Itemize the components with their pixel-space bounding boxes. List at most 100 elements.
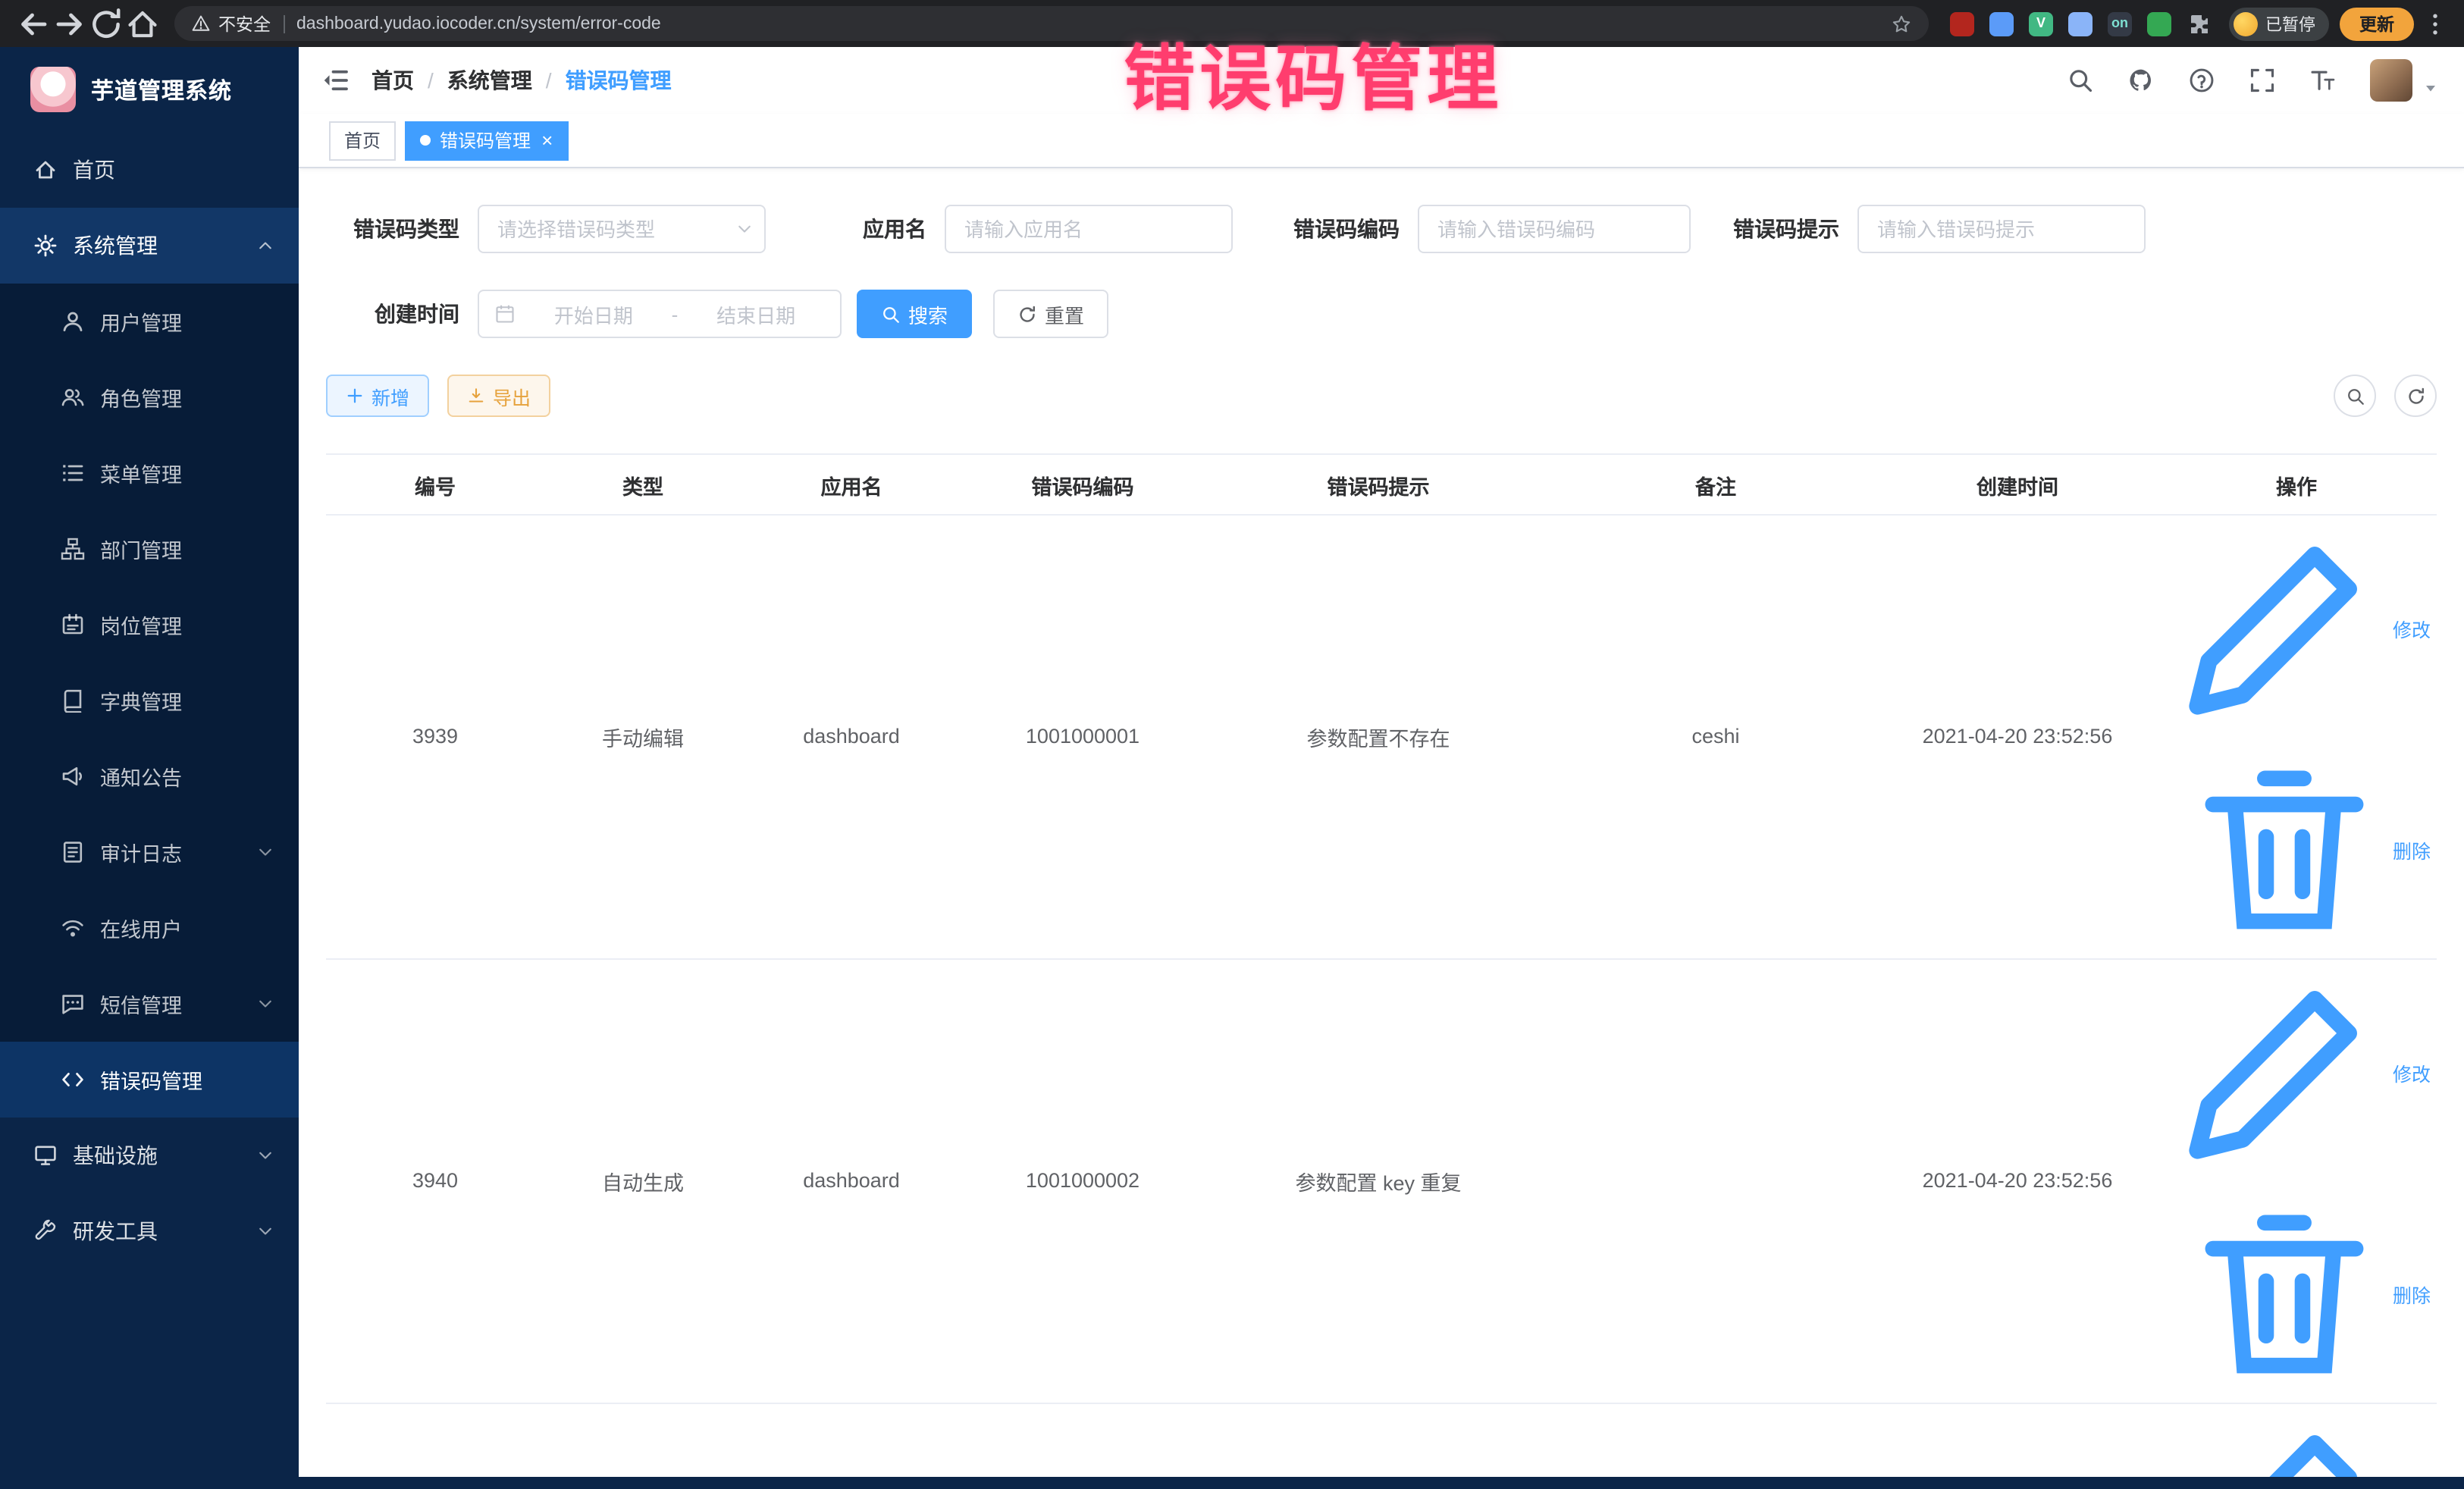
filter-error-type: 错误码类型 [326,205,766,253]
sms-icon [61,992,85,1016]
calendar-icon [494,303,516,324]
toggle-search-button[interactable] [2334,375,2376,417]
dictionary-icon [61,688,85,713]
edit-link[interactable]: 修改 [2162,1404,2431,1477]
browser-toolbar: 不安全 dashboard.yudao.iocoder.cn/system/er… [0,0,2464,47]
breadcrumb-separator: / [546,68,552,92]
extension-leaf-icon[interactable] [2147,11,2171,36]
reset-button[interactable]: 重置 [993,290,1108,338]
cell-id: 3940 [326,959,544,1403]
cell-remark: ceshi [1553,515,1879,959]
sidebar-item-label: 通知公告 [100,761,299,792]
cell-time: 2021-04-20 23:52:56 [1879,515,2156,959]
browser-menu-icon[interactable] [2422,10,2449,37]
extension-vue-devtools-icon[interactable]: V [2029,11,2053,36]
cell-app: dashboard [741,515,961,959]
sidebar-item-5[interactable]: 部门管理 [0,511,299,587]
filter-label: 错误码提示 [1733,214,1839,244]
extension-adblock-icon[interactable] [1950,11,1974,36]
screen: 不安全 dashboard.yudao.iocoder.cn/system/er… [0,0,2464,1489]
delete-link[interactable]: 删除 [2180,746,2431,954]
search-button[interactable]: 搜索 [857,290,972,338]
sidebar-item-label: 研发工具 [73,1216,256,1246]
sidebar-item-9[interactable]: 审计日志 [0,814,299,890]
url-text: dashboard.yudao.iocoder.cn/system/error-… [296,14,1891,33]
cell-actions: 修改删除 [2156,959,2437,1403]
reload-icon[interactable] [88,5,124,42]
sidebar-item-3[interactable]: 角色管理 [0,359,299,435]
sidebar-item-13[interactable]: 基础设施 [0,1118,299,1193]
dev-tools-icon [33,1219,58,1243]
column-header: 错误码提示 [1204,454,1553,515]
sidebar-item-11[interactable]: 短信管理 [0,966,299,1042]
edit-link[interactable]: 修改 [2162,960,2431,1186]
cell-actions: 修改删除 [2156,1403,2437,1477]
sidebar-item-label: 首页 [73,155,299,185]
start-date-placeholder: 开始日期 [525,299,663,328]
error-code-input[interactable] [1418,205,1691,253]
column-header: 创建时间 [1879,454,2156,515]
plus-icon [346,387,364,405]
sidebar-item-label: 岗位管理 [100,610,299,640]
add-button[interactable]: 新增 [326,375,429,417]
sidebar-item-1[interactable]: 系统管理 [0,208,299,284]
error-type-select[interactable] [478,205,766,253]
extension-drop-icon[interactable] [1989,11,2014,36]
profile-chip[interactable]: 已暂停 [2229,7,2329,40]
sidebar-item-label: 基础设施 [73,1140,256,1171]
update-button[interactable]: 更新 [2340,7,2414,40]
active-tab-dot [420,135,431,146]
hamburger-icon[interactable] [320,65,350,96]
sidebar-item-6[interactable]: 岗位管理 [0,587,299,663]
github-icon[interactable] [2127,67,2155,94]
extension-grid-icon[interactable] [2068,11,2093,36]
close-icon[interactable]: × [541,130,553,150]
sidebar-item-7[interactable]: 字典管理 [0,663,299,738]
sidebar-item-2[interactable]: 用户管理 [0,284,299,359]
sidebar-item-0[interactable]: 首页 [0,132,299,208]
export-button[interactable]: 导出 [447,375,550,417]
help-icon[interactable] [2188,67,2215,94]
user-avatar[interactable] [2370,59,2412,102]
fullscreen-icon[interactable] [2249,67,2276,94]
font-size-icon[interactable] [2309,67,2337,94]
sidebar-item-14[interactable]: 研发工具 [0,1193,299,1269]
search-icon [2345,386,2365,406]
cell-remark [1553,1403,1879,1477]
search-icon[interactable] [2067,67,2094,94]
edit-link[interactable]: 修改 [2162,516,2431,741]
cell-time: 2021-04-20 23:52:56 [1879,959,2156,1403]
delete-link[interactable]: 删除 [2180,1190,2431,1398]
breadcrumb-item[interactable]: 首页 [371,65,414,96]
app-logo[interactable]: 芋道管理系统 [0,47,299,132]
extension-puzzle-icon[interactable] [2187,11,2211,36]
refresh-icon [1017,304,1037,324]
address-bar[interactable]: 不安全 dashboard.yudao.iocoder.cn/system/er… [174,6,1929,41]
app-name-input[interactable] [945,205,1233,253]
sidebar-item-label: 在线用户 [100,913,299,943]
sidebar-item-12[interactable]: 错误码管理 [0,1042,299,1118]
sidebar-item-8[interactable]: 通知公告 [0,738,299,814]
sidebar-item-label: 字典管理 [100,685,299,716]
filter-label: 错误码类型 [326,214,459,244]
forward-icon[interactable] [52,5,88,42]
error-message-input[interactable] [1857,205,2146,253]
security-label: 不安全 [218,11,271,36]
sidebar-item-10[interactable]: 在线用户 [0,890,299,966]
back-icon[interactable] [15,5,52,42]
sidebar-item-label: 用户管理 [100,306,299,337]
refresh-table-button[interactable] [2394,375,2437,417]
home-icon[interactable] [124,5,161,42]
breadcrumb-item[interactable]: 系统管理 [447,65,532,96]
tab-1[interactable]: 错误码管理 × [405,121,568,160]
cell-actions: 修改删除 [2156,515,2437,959]
extension-switch-icon[interactable]: on [2108,11,2132,36]
bookmark-star-icon[interactable] [1891,13,1912,34]
date-range-picker[interactable]: 开始日期 - 结束日期 [478,290,842,338]
cell-msg: 参数配置 key 重复 [1204,959,1553,1403]
chevron-up-icon [256,237,274,255]
tab-0[interactable]: 首页 [329,121,396,160]
tab-label: 错误码管理 [440,127,531,153]
avatar-caret-icon[interactable] [2422,79,2440,97]
sidebar-item-4[interactable]: 菜单管理 [0,435,299,511]
